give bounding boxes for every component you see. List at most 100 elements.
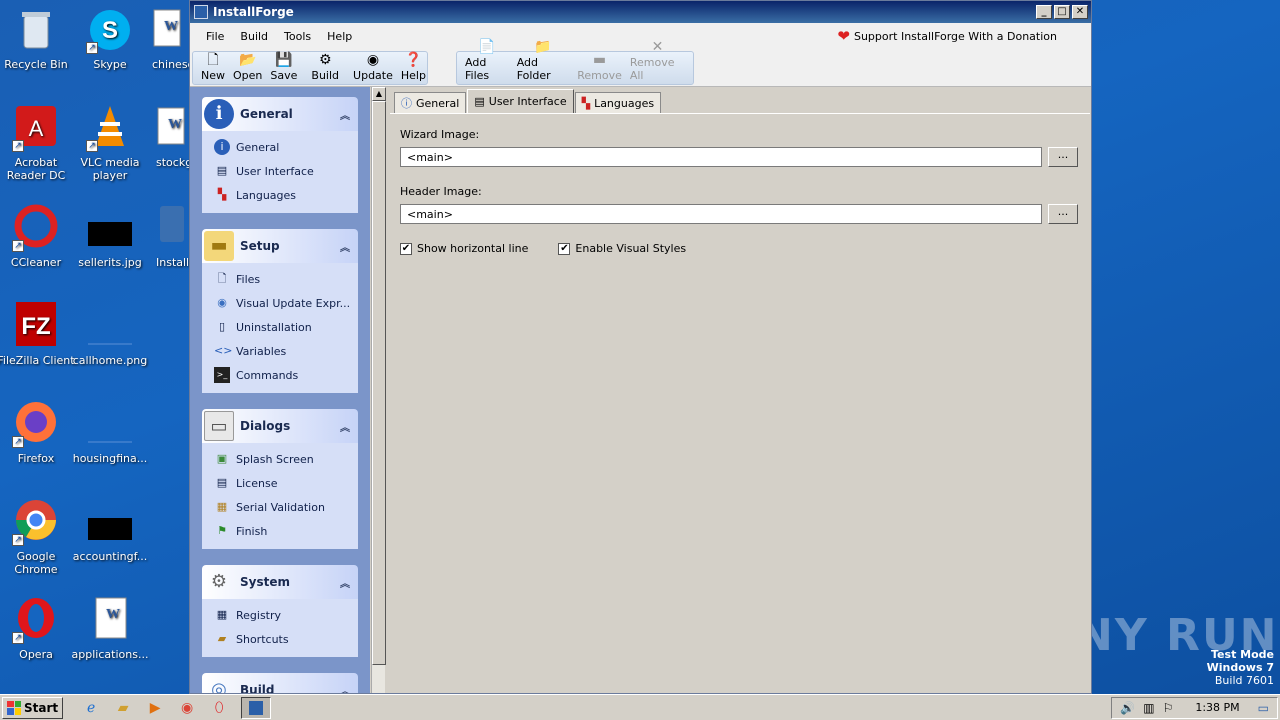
desktop-icon-acrobat[interactable]: A ↗ Acrobat Reader DC	[0, 104, 76, 182]
sidebar-item-general[interactable]: i General	[202, 135, 358, 159]
desktop-icon-skype[interactable]: S ↗ Skype	[70, 6, 150, 71]
header-image-label: Header Image:	[400, 185, 482, 198]
show-desktop-icon[interactable]: ▭	[1258, 701, 1269, 715]
add-folder-button[interactable]: 📁 Add Folder	[513, 39, 574, 82]
desktop-icon-callhome[interactable]: callhome.png	[70, 302, 150, 367]
close-button[interactable]: ✕	[1072, 5, 1088, 19]
header-image-input[interactable]	[400, 204, 1042, 224]
title-bar[interactable]: InstallForge _ □ ✕	[190, 1, 1091, 23]
collapse-icon[interactable]: ︽	[340, 575, 350, 590]
network-icon[interactable]: ▥	[1143, 701, 1154, 715]
wizard-image-input[interactable]	[400, 147, 1042, 167]
section-header-setup[interactable]: ▬ Setup ︽	[202, 229, 358, 263]
maximize-button[interactable]: □	[1054, 5, 1070, 19]
help-icon: ❓	[404, 52, 423, 68]
system-info: Test Mode Windows 7 Build 7601	[1206, 648, 1274, 687]
serial-key-icon: ▦	[216, 500, 228, 513]
desktop-icon-vlc[interactable]: ↗ VLC media player	[70, 104, 150, 182]
acrobat-icon: A ↗	[12, 104, 60, 152]
collapse-icon[interactable]: ︽	[340, 239, 350, 254]
tab-user-interface[interactable]: ▤ User Interface	[467, 89, 574, 113]
sidebar-item-files[interactable]: 🗋 Files	[202, 267, 358, 291]
sidebar-item-user-interface[interactable]: ▤ User Interface	[202, 159, 358, 183]
save-button[interactable]: 💾 Save	[266, 52, 301, 82]
sidebar-item-registry[interactable]: ▦ Registry	[202, 603, 358, 627]
flags-icon: ▚	[217, 188, 227, 201]
splash-image-icon: ▣	[216, 452, 228, 465]
image-thumbnail-icon	[86, 400, 134, 448]
section-header-system[interactable]: ⚙ System ︽	[202, 565, 358, 599]
media-player-icon[interactable]: ▶	[145, 698, 165, 718]
sidebar-item-variables[interactable]: <> Variables	[202, 339, 358, 363]
wizard-image-browse-button[interactable]: ...	[1048, 147, 1078, 167]
sidebar-item-shortcuts[interactable]: ▰ Shortcuts	[202, 627, 358, 651]
sidebar-item-uninstallation[interactable]: ▯ Uninstallation	[202, 315, 358, 339]
new-button[interactable]: 🗋 New	[197, 52, 229, 82]
sidebar-item-splash-screen[interactable]: ▣ Splash Screen	[202, 447, 358, 471]
remove-button[interactable]: ▬ Remove	[573, 52, 626, 82]
desktop-icon-applications[interactable]: W applications...	[70, 596, 150, 661]
add-files-button[interactable]: 📄 Add Files	[461, 39, 513, 82]
show-horizontal-line-checkbox[interactable]: ✔ Show horizontal line	[400, 242, 528, 255]
scrollbar-thumb[interactable]	[372, 101, 386, 665]
enable-visual-styles-checkbox[interactable]: ✔ Enable Visual Styles	[558, 242, 686, 255]
window-controls: _ □ ✕	[1036, 5, 1091, 19]
menu-build[interactable]: Build	[232, 30, 276, 43]
section-header-dialogs[interactable]: ▭ Dialogs ︽	[202, 409, 358, 443]
firefox-icon: ↗	[12, 400, 60, 448]
ie-icon[interactable]: ℯ	[81, 698, 101, 718]
update-button[interactable]: ◉ Update	[349, 52, 397, 82]
desktop-icon-ccleaner[interactable]: ↗ CCleaner	[0, 204, 76, 269]
sidebar-scrollbar[interactable]: ▲	[371, 87, 386, 693]
collapse-icon[interactable]: ︽	[340, 107, 350, 122]
menu-help[interactable]: Help	[319, 30, 360, 43]
desktop-icon-filezilla[interactable]: FZ FileZilla Client	[0, 302, 76, 367]
header-image-browse-button[interactable]: ...	[1048, 204, 1078, 224]
tab-general[interactable]: ⓘ General	[394, 92, 467, 113]
save-icon: 💾	[275, 52, 293, 68]
open-button[interactable]: 📂 Open	[229, 52, 266, 82]
remove-all-button[interactable]: ✕ Remove All	[626, 39, 689, 82]
sidebar-item-visual-update-express[interactable]: ◉ Visual Update Expr...	[202, 291, 358, 315]
clock[interactable]: 1:38 PM	[1195, 701, 1239, 714]
desktop-icon-sellerits[interactable]: sellerits.jpg	[70, 204, 150, 269]
desktop-icon-firefox[interactable]: ↗ Firefox	[0, 400, 76, 465]
tab-languages[interactable]: ▚ Languages	[574, 92, 662, 113]
opera-icon: ↗	[12, 596, 60, 644]
minimize-button[interactable]: _	[1036, 5, 1052, 19]
explorer-folder-icon[interactable]: ▰	[113, 698, 133, 718]
sidebar-item-languages[interactable]: ▚ Languages	[202, 183, 358, 207]
menu-file[interactable]: File	[198, 30, 232, 43]
desktop-icon-chrome[interactable]: ↗ Google Chrome	[0, 498, 76, 576]
chrome-icon[interactable]: ◉	[177, 698, 197, 718]
svg-text:W: W	[106, 607, 120, 622]
taskbar: Start ℯ ▰ ▶ ◉ ⬯ 🔊 ▥ ⚐ 1:38 PM ▭	[0, 694, 1280, 720]
sidebar-item-finish[interactable]: ⚑ Finish	[202, 519, 358, 543]
sidebar-item-commands[interactable]: >_ Commands	[202, 363, 358, 387]
build-button[interactable]: ⚙ Build	[307, 52, 343, 82]
flag-icon[interactable]: ⚐	[1163, 701, 1174, 715]
svg-text:A: A	[29, 116, 44, 141]
collapse-icon[interactable]: ︽	[340, 419, 350, 434]
volume-icon[interactable]: 🔊	[1120, 701, 1135, 715]
skype-icon: S ↗	[86, 6, 134, 54]
desktop-icon-housingfina[interactable]: housingfina...	[70, 400, 150, 465]
filezilla-icon: FZ	[12, 302, 60, 350]
scroll-up-icon[interactable]: ▲	[372, 87, 386, 101]
menu-tools[interactable]: Tools	[276, 30, 319, 43]
desktop-icon-opera[interactable]: ↗ Opera	[0, 596, 76, 661]
build-disc-icon: ◎	[211, 679, 227, 693]
windows-logo-icon	[7, 700, 21, 715]
sidebar-item-license[interactable]: ▤ License	[202, 471, 358, 495]
taskbar-installforge[interactable]	[241, 696, 272, 719]
section-header-general[interactable]: ℹ General ︽	[202, 97, 358, 131]
desktop-icon-accountingf[interactable]: accountingf...	[70, 498, 150, 563]
start-button[interactable]: Start	[2, 696, 64, 719]
section-header-build[interactable]: ◎ Build ︽	[202, 673, 358, 693]
collapse-icon[interactable]: ︽	[340, 683, 350, 694]
donate-link[interactable]: ❤ Support InstallForge With a Donation	[837, 29, 1057, 44]
opera-icon[interactable]: ⬯	[209, 698, 229, 718]
desktop-icon-recycle-bin[interactable]: Recycle Bin	[0, 6, 76, 71]
help-button[interactable]: ❓ Help	[397, 52, 430, 82]
sidebar-item-serial-validation[interactable]: ▦ Serial Validation	[202, 495, 358, 519]
